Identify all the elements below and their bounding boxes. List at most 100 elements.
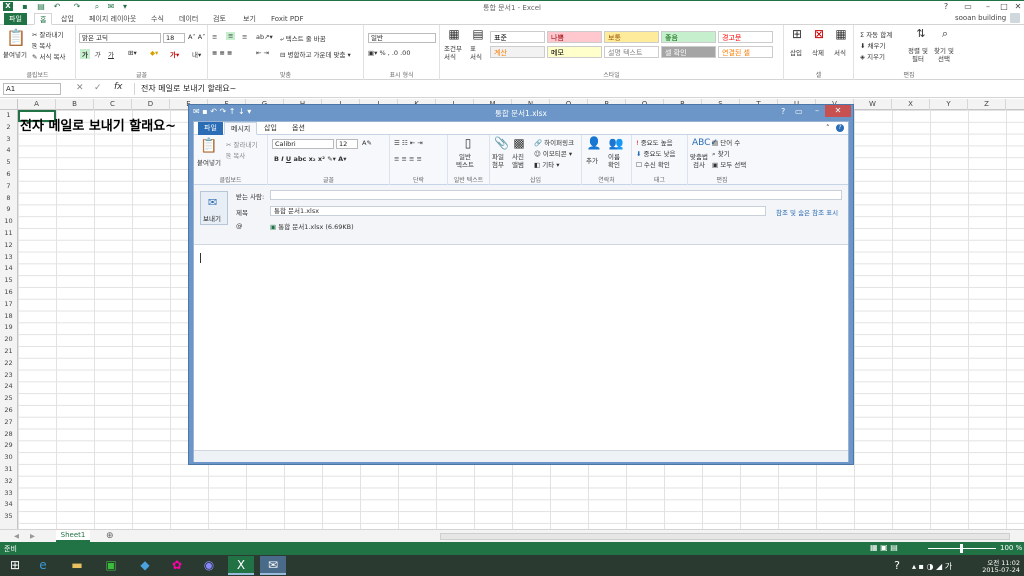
sort-filter-icon[interactable]: ⇅ <box>914 28 928 39</box>
to-field[interactable] <box>270 190 842 200</box>
row-header[interactable]: 4 <box>0 145 17 157</box>
tab-data[interactable]: 데이터 <box>174 13 203 25</box>
row-header[interactable]: 11 <box>0 228 17 240</box>
tab-insert[interactable]: 삽입 <box>56 13 79 25</box>
sheet-next-icon[interactable]: ▶ <box>30 532 35 540</box>
column-header[interactable]: Y <box>930 99 968 110</box>
clear-button[interactable]: ◈ 지우기 <box>860 51 885 61</box>
ie-icon[interactable]: e <box>30 556 56 575</box>
attach-file-button[interactable]: 파일 첨부 <box>492 153 504 169</box>
column-header[interactable]: B <box>56 99 94 110</box>
spelling-icon[interactable]: ABC✓ <box>692 138 718 148</box>
wrap-text-button[interactable]: ⤶ 텍스트 줄 바꿈 <box>280 33 326 44</box>
find-button[interactable]: ⌕ 찾기 <box>712 148 730 159</box>
high-importance-button[interactable]: ! 중요도 높음 <box>636 137 673 147</box>
sheet-tab-sheet1[interactable]: Sheet1 <box>56 530 90 542</box>
tray-icons[interactable]: ▴ ▪ ◑ ◢ 가 <box>912 561 952 572</box>
row-header[interactable]: 30 <box>0 452 17 464</box>
font-size-select[interactable]: 18 <box>163 33 185 43</box>
emoticon-button[interactable]: ☺ 이모티콘 ▾ <box>534 148 572 158</box>
ribbon-display-button[interactable]: ▭ <box>958 1 978 12</box>
row-header[interactable]: 27 <box>0 417 17 429</box>
msg-tab-insert[interactable]: 삽입 <box>258 122 283 135</box>
cell-style-item[interactable]: 셀 확인 <box>661 46 716 58</box>
help-tray-icon[interactable]: ? <box>884 556 910 575</box>
cell-style-item[interactable]: 좋음 <box>661 31 716 43</box>
word-count-button[interactable]: ▤ 단어 수 <box>712 137 740 147</box>
row-header[interactable]: 12 <box>0 240 17 252</box>
font-name-select[interactable]: 맑은 고딕 <box>79 33 161 43</box>
number-format-buttons[interactable]: ▣▾ % , .0 .00 <box>368 49 410 57</box>
cell-style-item[interactable]: 표준 <box>490 31 545 43</box>
clock-date[interactable]: 2015-07-24 <box>978 566 1020 574</box>
check-names-button[interactable]: 이름 확인 <box>608 153 620 169</box>
photo-app-icon[interactable]: ✿ <box>164 556 190 575</box>
row-header[interactable]: 21 <box>0 346 17 358</box>
file-explorer-icon[interactable]: ▬ <box>64 556 90 575</box>
plain-text-button[interactable]: 일반 텍스트 <box>456 153 474 169</box>
sort-filter-button[interactable]: 정렬 및 필터 <box>908 47 928 63</box>
msg-tab-options[interactable]: 옵션 <box>286 122 311 135</box>
row-header[interactable]: 22 <box>0 358 17 370</box>
delete-cells-icon[interactable]: ⊠ <box>812 28 826 40</box>
sheet-prev-icon[interactable]: ◀ <box>14 532 19 540</box>
msg-help-icon[interactable]: ? <box>836 124 844 132</box>
msg-align-icons[interactable]: ≡ ≡ ≡ ≡ <box>394 155 422 163</box>
msg-format-buttons[interactable]: B I U abc x₂ x² ✎▾ A▾ <box>274 155 346 163</box>
align-top-icon[interactable]: ≡ <box>212 33 217 41</box>
underline-button[interactable]: 가 <box>108 49 114 59</box>
tab-home[interactable]: 홈 <box>34 13 53 25</box>
row-header[interactable]: 7 <box>0 181 17 193</box>
row-header[interactable]: 16 <box>0 287 17 299</box>
paste-icon[interactable]: 📋 <box>6 29 26 47</box>
close-button[interactable]: ✕ <box>1008 1 1024 12</box>
msg-paste-icon[interactable]: 📋 <box>200 138 217 154</box>
column-header[interactable]: D <box>132 99 170 110</box>
subject-field[interactable]: 통합 문서1.xlsx <box>270 206 766 216</box>
hyperlink-button[interactable]: 🔗 하이퍼링크 <box>534 137 574 147</box>
indent-icon[interactable]: ⇤ ⇥ <box>256 49 269 57</box>
row-header[interactable]: 8 <box>0 193 17 205</box>
row-header[interactable]: 14 <box>0 263 17 275</box>
message-minimize-icon[interactable]: – <box>815 106 819 115</box>
start-icon[interactable]: ⊞ <box>2 556 28 575</box>
message-restore-icon[interactable]: ▭ <box>795 107 803 116</box>
cell-style-item[interactable]: 보통 <box>604 31 659 43</box>
other-insert-button[interactable]: ◧ 기타 ▾ <box>534 159 560 169</box>
insert-cells-button[interactable]: 삽입 <box>790 47 802 57</box>
cell-style-item[interactable]: 나쁨 <box>547 31 602 43</box>
plain-text-icon[interactable]: ▯ <box>460 137 476 149</box>
row-header[interactable]: 25 <box>0 393 17 405</box>
borders-icon[interactable]: ⊞▾ <box>128 49 137 57</box>
msg-font-name[interactable]: Calibri <box>272 139 334 149</box>
row-header[interactable]: 2 <box>0 122 17 134</box>
zoom-level[interactable]: 100 % <box>1000 544 1022 552</box>
row-header[interactable]: 26 <box>0 405 17 417</box>
format-painter-button[interactable]: ✎ 서식 복사 <box>32 51 66 61</box>
row-header[interactable]: 34 <box>0 499 17 511</box>
conditional-format-icon[interactable]: ▦ <box>446 28 462 40</box>
font-grow-shrink[interactable]: A˄ A˅ <box>188 33 205 41</box>
row-header[interactable]: 23 <box>0 370 17 382</box>
avatar[interactable] <box>1010 13 1020 23</box>
row-header[interactable]: 15 <box>0 275 17 287</box>
message-help-icon[interactable]: ? <box>781 107 785 116</box>
new-sheet-icon[interactable]: ⊕ <box>106 531 114 541</box>
number-format-select[interactable]: 일반 <box>368 33 436 43</box>
store-icon[interactable]: ▣ <box>98 556 124 575</box>
low-importance-button[interactable]: ⬇ 중요도 낮음 <box>636 148 676 158</box>
tab-file[interactable]: 파일 <box>4 13 27 25</box>
select-all-corner[interactable] <box>0 99 18 110</box>
dropbox-icon[interactable]: ◆ <box>132 556 158 575</box>
horizontal-scrollbar[interactable] <box>440 533 1010 540</box>
bold-button[interactable]: 가 <box>80 49 90 59</box>
show-cc-bcc-link[interactable]: 참조 및 숨은 참조 표시 <box>776 207 838 217</box>
excel-taskbar-icon[interactable]: X <box>228 556 254 575</box>
row-header[interactable]: 28 <box>0 429 17 441</box>
add-contact-icon[interactable]: 👤 <box>586 137 602 149</box>
row-header[interactable]: 13 <box>0 252 17 264</box>
msg-font-size[interactable]: 12 <box>336 139 358 149</box>
view-buttons[interactable]: ▦ ▣ ▤ <box>870 543 898 552</box>
row-header[interactable]: 5 <box>0 157 17 169</box>
row-header[interactable]: 20 <box>0 334 17 346</box>
